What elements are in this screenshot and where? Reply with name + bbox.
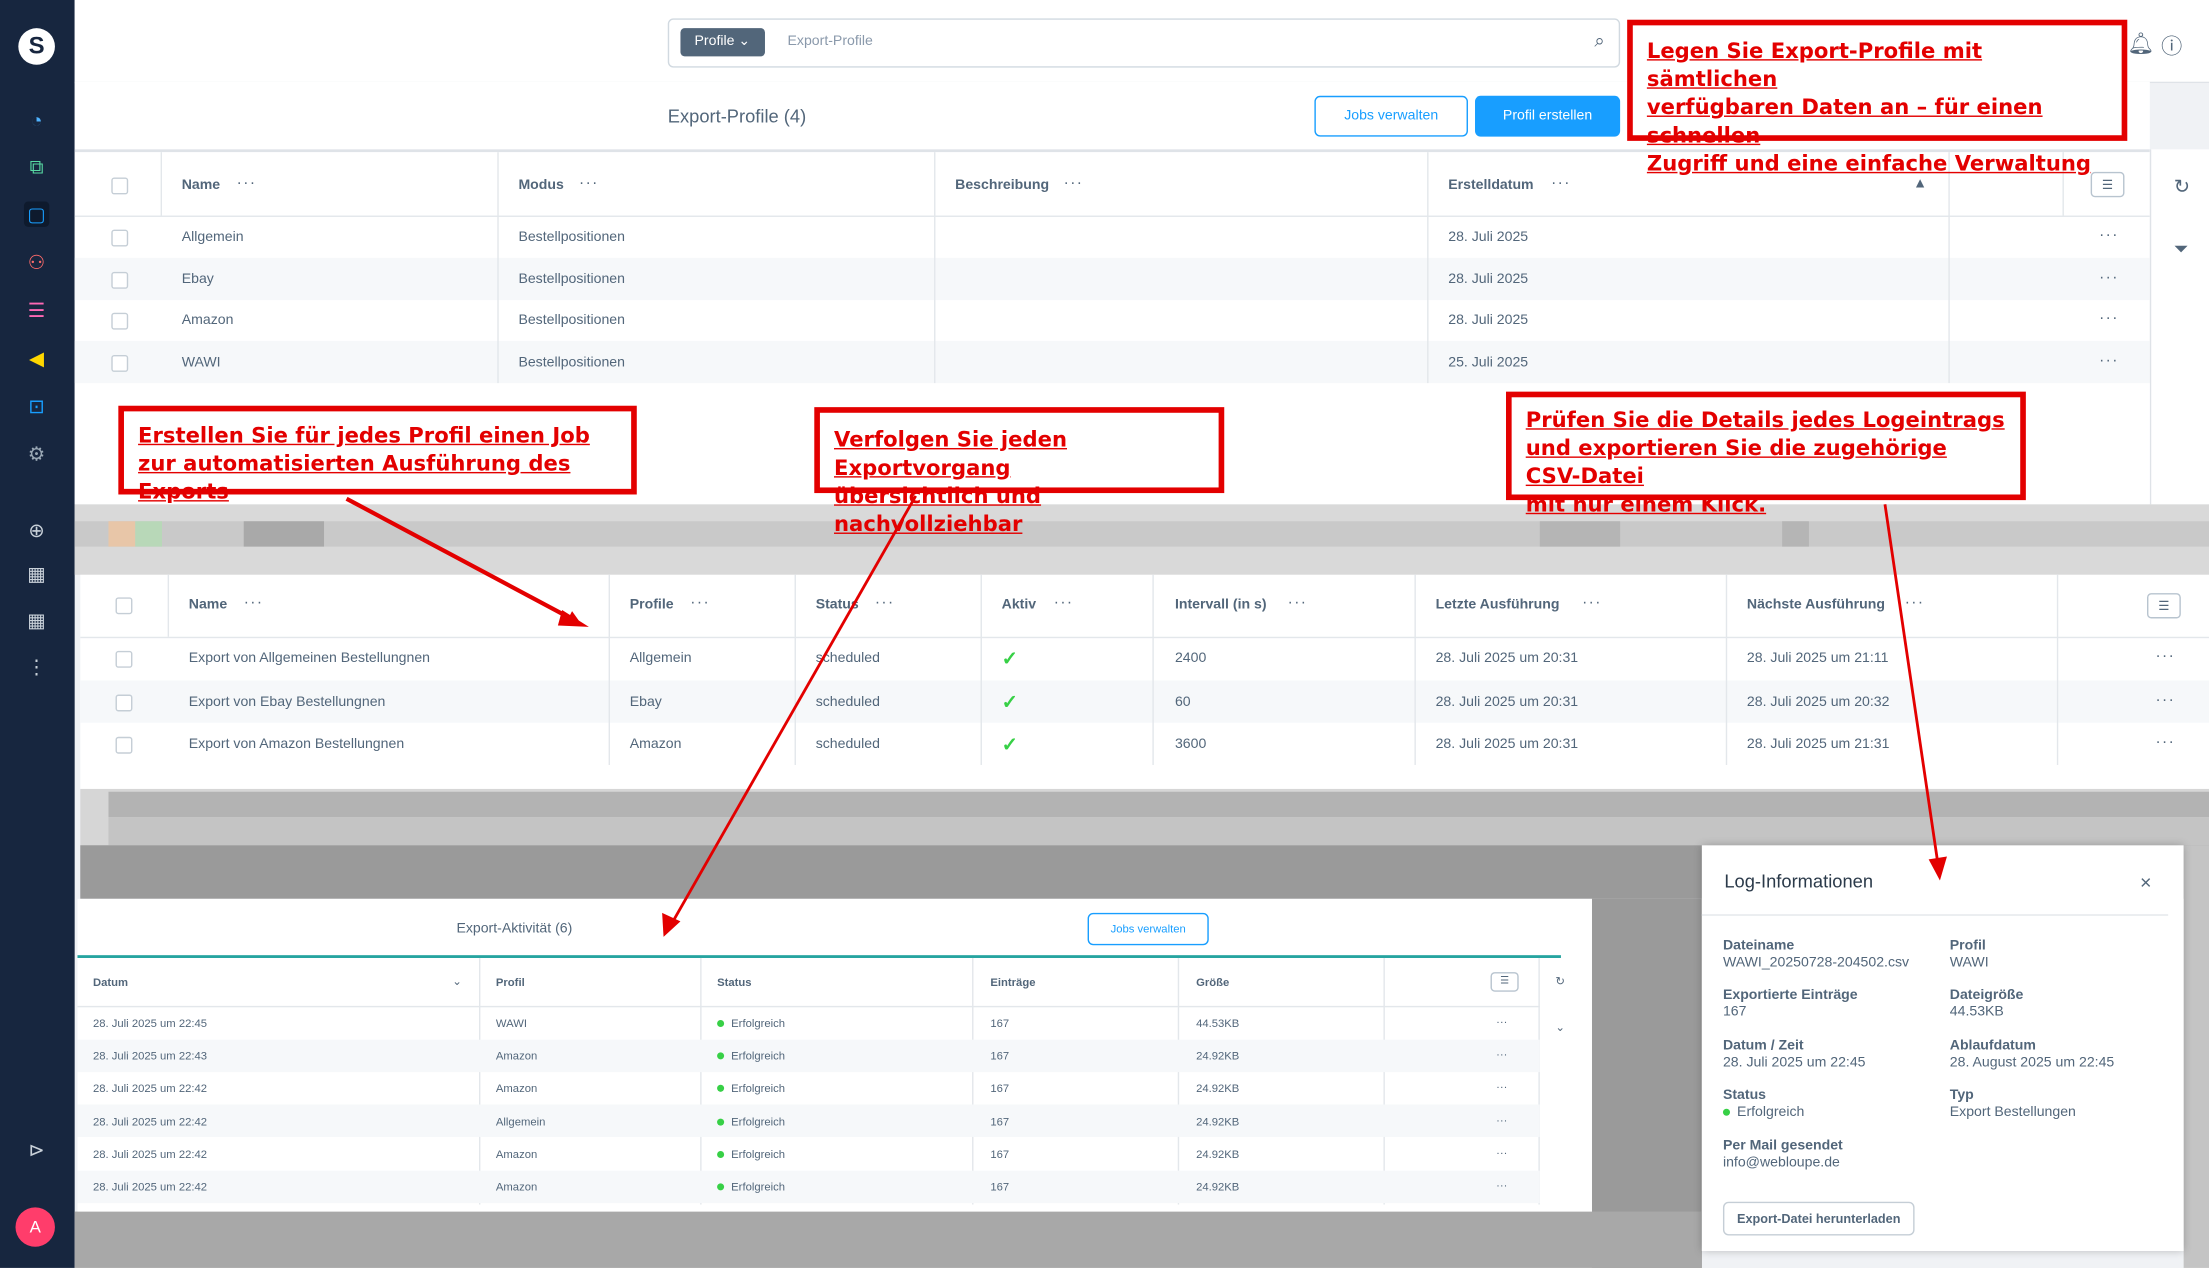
annotation-line: Zugriff und eine einfache Verwaltung [1646,150,2092,177]
annotation-callout: Erstellen Sie für jedes Profil einen Job… [118,405,637,504]
arrowhead-icon [1928,856,1947,881]
annotation-line: mit nur einem Klick. [1525,491,1767,518]
annotation-arrow [669,495,917,927]
annotation-line: Verfolgen Sie jeden Exportvorgang [834,426,1068,481]
annotation-arrow [1883,504,1940,869]
annotation-callout: Prüfen Sie die Details jedes Logeintrags… [1506,391,2026,517]
annotation-arrow [345,496,582,624]
annotation-line: Prüfen Sie die Details jedes Logeintrags [1525,407,2005,433]
annotation-line: zur automatisierten Ausführung des Expor… [138,450,571,505]
arrowhead-icon [557,610,589,627]
arrowhead-icon [662,912,681,937]
annotation-line: Legen Sie Export-Profile mit sämtlichen [1646,38,1983,92]
annotation-callout: Legen Sie Export-Profile mit sämtlichen … [1627,19,2128,176]
annotation-line: und exportieren Sie die zugehörige CSV-D… [1525,435,1947,489]
annotation-arrows [345,495,1947,937]
annotation-line: verfügbaren Daten an – für einen schnell… [1646,94,2043,148]
annotation-callout: Verfolgen Sie jeden Exportvorgang übersi… [814,407,1225,537]
annotation-line: Erstellen Sie für jedes Profil einen Job [138,422,590,448]
annotation-line: übersichtlich und nachvollziehbar [834,483,1042,537]
